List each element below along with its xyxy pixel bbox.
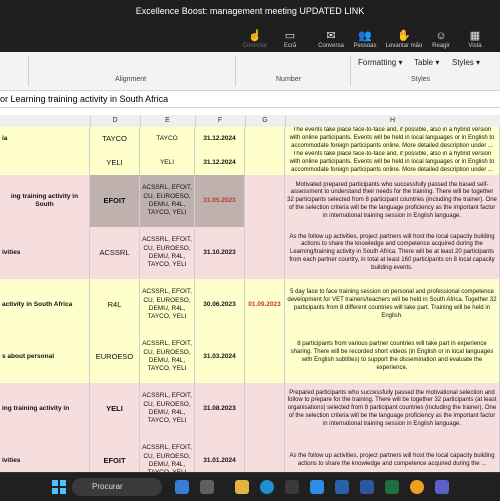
hand-pointer-icon: ☝ [248,30,262,42]
cell-h[interactable]: As the follow up activities, project par… [285,227,500,279]
cell-h[interactable]: Motivated prepared participants who succ… [285,175,500,227]
cell-d[interactable]: YELI [90,151,140,175]
table-row: YELI YELI 31.12.2024 The events take place … [0,151,500,176]
table-row: TAYCO TAYCO 31.12.2024 The events take plac… [0,127,500,152]
chat-button[interactable]: ✉ Conversa [314,29,348,49]
cell-a[interactable] [0,151,90,175]
excel-icon[interactable] [385,480,399,494]
cell-g[interactable] [245,127,285,151]
widgets-icon[interactable] [175,480,189,494]
table-row: ivities ACSSRL ACSSRL, EFOIT, CU, EUROESO,… [0,227,500,280]
cell-e[interactable]: TAYCO [140,127,195,151]
table-row: activity in South Africa R4L ACSSRL, EFOIT… [0,279,500,332]
cell-h[interactable]: 8 participants from various partner coun… [285,331,500,383]
cell-f[interactable]: 31.10.2023 [195,227,245,279]
cell-f[interactable]: 31.03.2024 [195,331,245,383]
cell-h[interactable]: The events take place face-to-face and, … [285,151,500,175]
cell-g[interactable] [245,383,285,435]
cell-styles-button[interactable]: Styles ▾ [452,58,480,67]
smile-icon: ☺ [435,30,447,42]
cell-e[interactable]: ACSSRL, EFOIT, CU, EUROESO, DEMU, R4L, T… [140,331,195,383]
excel-ribbon: Alignment Number Styles Formatting ▾ Tab… [0,52,500,91]
cell-e[interactable]: YELI [140,151,195,175]
format-as-table-button[interactable]: Table ▾ [414,58,439,67]
cell-a[interactable]: ivities [0,227,90,279]
cell-g[interactable] [245,331,285,383]
formula-text: or Learning training activity in South A… [0,94,169,104]
cell-a[interactable]: s about personal [0,331,90,383]
windows-start-icon[interactable] [52,480,66,494]
cell-f[interactable]: 31.05.2023 [195,175,245,227]
cell-d[interactable]: ACSSRL [90,227,140,279]
cell-h[interactable]: The events take place face-to-face and, … [285,127,500,151]
task-view-icon[interactable] [200,480,214,494]
cell-d[interactable]: TAYCO [90,127,140,151]
formula-bar[interactable]: or Learning training activity in South A… [0,91,500,108]
cell-g[interactable] [245,175,285,227]
windows-taskbar: Procurar [0,472,500,501]
people-icon: 👥 [358,30,372,42]
cell-e[interactable]: ACSSRL, EFOIT, CU, EUROESO, DEMU, R4L, T… [140,227,195,279]
teams-icon[interactable] [435,480,449,494]
table-row: ing training activity in YELI ACSSRL, EFOI… [0,383,500,436]
cell-f[interactable]: 31.12.2024 [195,127,245,151]
cell-e[interactable]: ACSSRL, EFOIT, CU, EUROESO, DEMU, R4L, T… [140,383,195,435]
react-button[interactable]: ☺ Reagir [424,29,458,49]
styles-group-label: Styles [411,76,431,83]
cell-h[interactable]: 5 day face to face training session on p… [285,279,500,331]
window-title: Excellence Boost: management meeting UPD… [135,6,365,16]
edge-icon[interactable] [260,480,274,494]
number-group-label: Number [276,76,301,83]
store-icon[interactable] [285,480,299,494]
column-header-e[interactable]: E [140,115,196,127]
chat-icon: ✉ [326,30,336,42]
cell-h[interactable]: Prepared participants who successfully p… [285,383,500,435]
outlook-icon[interactable] [335,480,349,494]
raise-hand-button[interactable]: ✋ Levantar mão [384,29,424,49]
cell-d[interactable]: EUROESO [90,331,140,383]
chrome-icon[interactable] [410,480,424,494]
word-icon[interactable] [360,480,374,494]
cell-f[interactable]: 30.06.2023 [195,279,245,331]
table-row: s about personal EUROESO ACSSRL, EFOIT, CU… [0,331,500,384]
alignment-group-label: Alignment [115,76,147,83]
people-button[interactable]: 👥 Pessoas [348,29,382,49]
column-header-c[interactable] [0,115,91,127]
view-button[interactable]: ▦ Vista [458,29,492,49]
cell-g[interactable]: 01.09.2023 [245,279,285,331]
taskbar-search[interactable]: Procurar [72,478,162,496]
column-header-h[interactable]: H [285,115,500,127]
cell-e[interactable]: ACSSRL, EFOIT, CU, EUROESO, DEMU, R4L, T… [140,175,195,227]
column-header-g[interactable]: G [245,115,286,127]
control-button[interactable]: ☝ Controlar [238,29,272,49]
cell-f[interactable]: 31.08.2023 [195,383,245,435]
share-screen-icon: ▭ [284,30,296,42]
cell-g[interactable] [245,151,285,175]
column-header-d[interactable]: D [90,115,141,127]
cell-a[interactable]: ing training activity in South [0,175,90,227]
cell-a-text[interactable]: ia [0,127,90,151]
cell-a[interactable]: activity in South Africa [0,279,90,331]
file-explorer-icon[interactable] [235,480,249,494]
cell-g[interactable] [245,227,285,279]
share-screen-button[interactable]: ▭ Ecrã [273,29,307,49]
cell-f[interactable]: 31.12.2024 [195,151,245,175]
cell-e[interactable]: ACSSRL, EFOIT, CU, EUROESO, DEMU, R4L, T… [140,279,195,331]
mail-icon[interactable] [310,480,324,494]
grid-view-icon: ▦ [469,30,481,42]
conditional-formatting-button[interactable]: Formatting ▾ [358,58,402,67]
cell-d[interactable]: EFOIT [90,175,140,227]
column-header-f[interactable]: F [195,115,246,127]
cell-a[interactable]: ing training activity in [0,383,90,435]
raise-hand-icon: ✋ [397,30,411,42]
table-row: ing training activity in South EFOIT ACSSR… [0,175,500,228]
cell-d[interactable]: R4L [90,279,140,331]
cell-d[interactable]: YELI [90,383,140,435]
